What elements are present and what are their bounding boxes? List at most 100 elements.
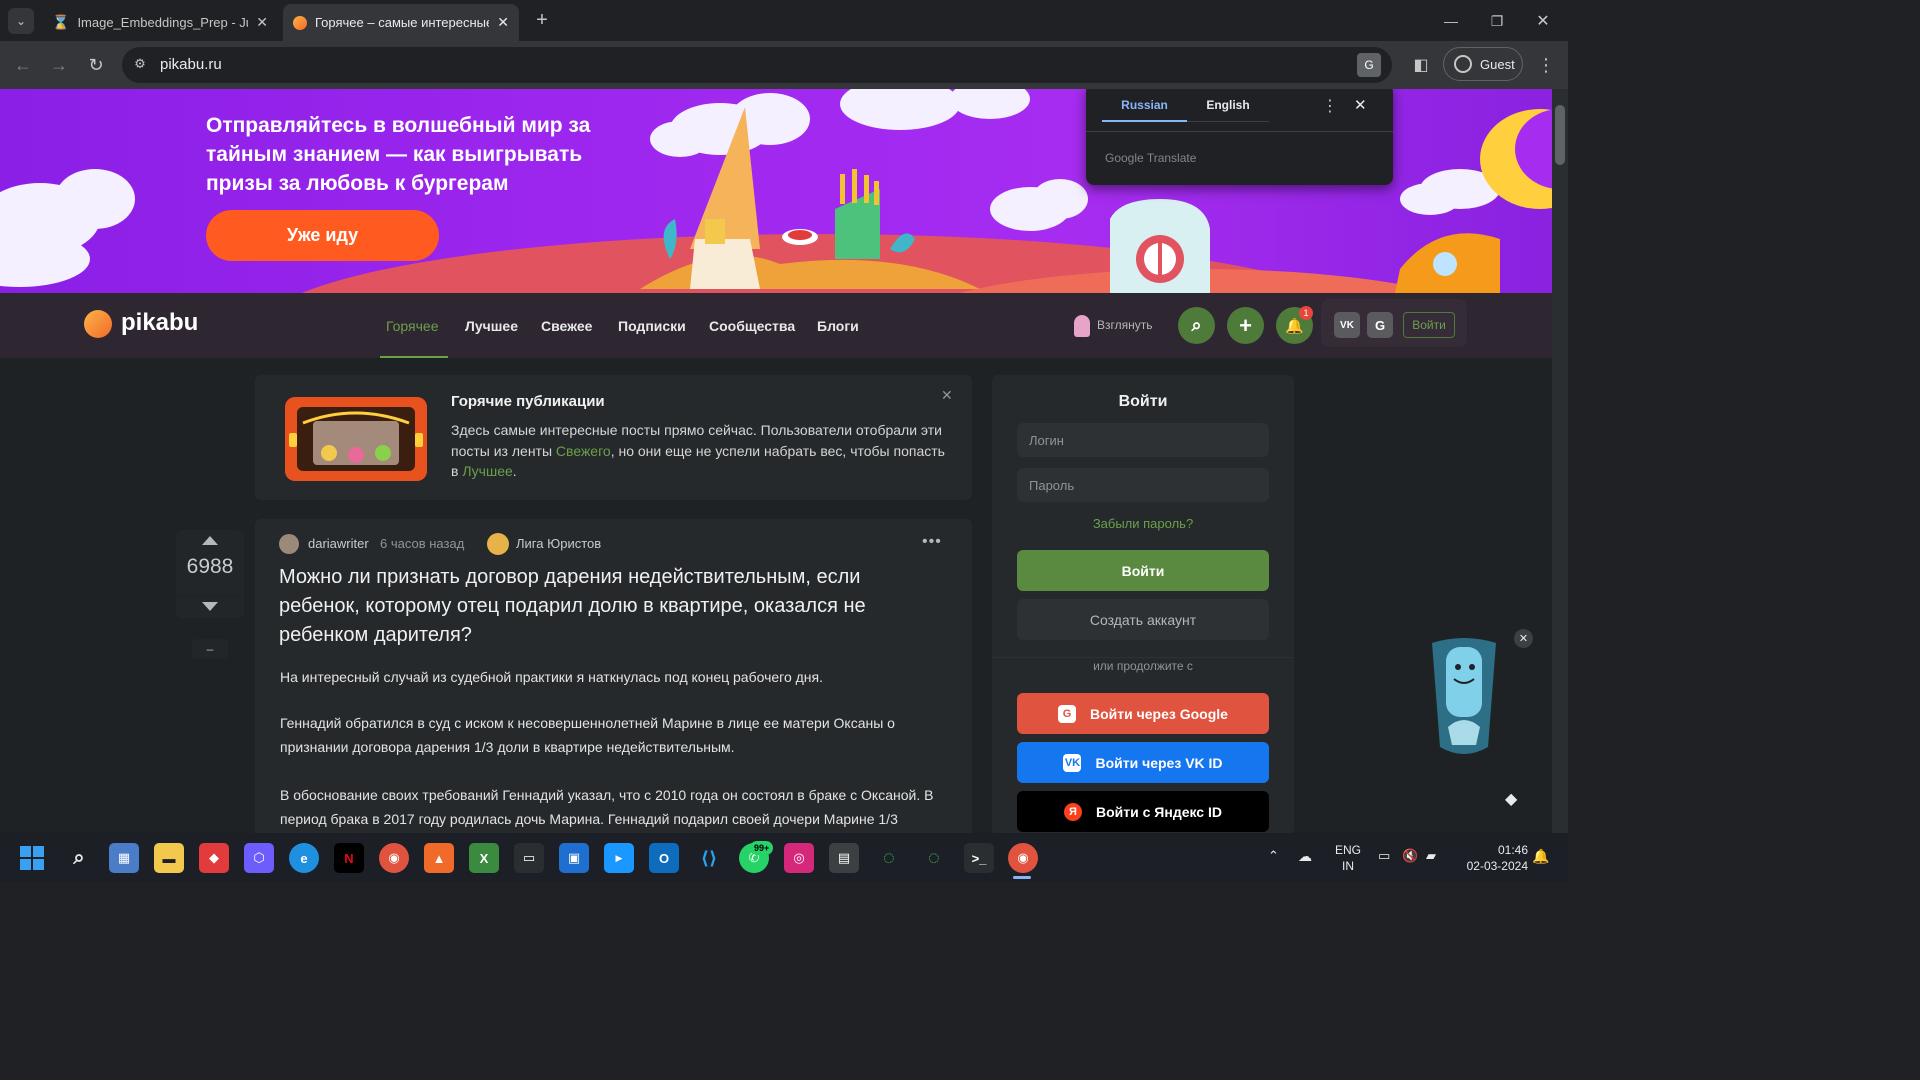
close-info-icon[interactable]: ✕ — [941, 387, 953, 404]
search-icon[interactable]: ⌕ — [64, 843, 94, 873]
brave-icon[interactable]: ▲ — [424, 843, 454, 873]
prime-video-icon[interactable]: ▶ — [604, 843, 634, 873]
edge-icon[interactable]: e — [289, 843, 319, 873]
active-app-indicator — [1013, 876, 1031, 879]
menu-kebab-icon[interactable]: ⋮ — [1534, 52, 1558, 78]
windows-start-icon[interactable] — [20, 846, 44, 870]
search-icon[interactable]: ⌕ — [1178, 307, 1215, 344]
nav-subscriptions[interactable]: Подписки — [618, 293, 686, 358]
google-login-label: Войти через Google — [1090, 705, 1228, 722]
peek-figure-icon — [1074, 315, 1090, 337]
nav-active-underline — [380, 356, 448, 358]
translate-options-icon[interactable]: ⋮ — [1322, 96, 1338, 116]
restore-icon[interactable]: ❐ — [1484, 8, 1510, 34]
close-window-icon[interactable]: ✕ — [1530, 8, 1556, 34]
clock[interactable]: 01:46 02-03-2024 — [1452, 842, 1528, 874]
refresh-app-icon[interactable]: ◌ — [874, 843, 904, 873]
nav-communities[interactable]: Сообщества — [709, 293, 795, 358]
header-login-button[interactable]: Войти — [1403, 312, 1455, 338]
file-explorer-icon[interactable]: ▬ — [154, 843, 184, 873]
terminal-app-icon[interactable]: ▭ — [514, 843, 544, 873]
tray-chevron-up-icon[interactable]: ⌃ — [1268, 848, 1279, 864]
profile-button[interactable]: Guest — [1443, 47, 1523, 81]
yandex-login-button[interactable]: Я Войти с Яндекс ID — [1017, 791, 1269, 832]
post-author[interactable]: dariawriter — [308, 536, 369, 551]
app-icon[interactable]: ⬡ — [244, 843, 274, 873]
translate-tab-russian[interactable]: Russian — [1102, 94, 1187, 122]
forward-arrow-icon[interactable]: → — [46, 52, 72, 78]
onedrive-cloud-icon[interactable]: ☁ — [1298, 848, 1312, 865]
vk-icon[interactable]: VK — [1334, 312, 1360, 338]
back-arrow-icon[interactable]: ← — [10, 52, 36, 78]
upvote-arrow-icon[interactable] — [202, 536, 218, 545]
page-scrollbar[interactable] — [1552, 89, 1568, 833]
post-community[interactable]: Лига Юристов — [516, 536, 601, 551]
language-indicator[interactable]: ENG IN — [1332, 842, 1364, 874]
peek-link[interactable]: Взглянуть — [1097, 318, 1153, 332]
add-post-plus-icon[interactable]: + — [1227, 307, 1264, 344]
nav-fresh[interactable]: Свежее — [541, 293, 592, 358]
google-icon[interactable]: G — [1367, 312, 1393, 338]
close-mascot-icon[interactable]: ✕ — [1514, 629, 1533, 648]
vk-login-button[interactable]: VK Войти через VK ID — [1017, 742, 1269, 783]
translate-close-icon[interactable]: ✕ — [1354, 96, 1367, 114]
site-info-icon[interactable]: ⚙ — [130, 54, 150, 74]
close-tab-icon[interactable]: ✕ — [256, 14, 268, 31]
post-more-icon[interactable]: ••• — [922, 533, 942, 551]
create-account-button[interactable]: Создать аккаунт — [1017, 599, 1269, 640]
nav-hot[interactable]: Горячее — [386, 293, 439, 358]
translate-tab-english[interactable]: English — [1187, 94, 1269, 122]
divider — [1086, 131, 1393, 132]
instagram-icon[interactable]: ◎ — [784, 843, 814, 873]
downvote-arrow-icon[interactable] — [202, 602, 218, 611]
new-tab-plus-icon[interactable]: + — [530, 8, 554, 32]
netflix-icon[interactable]: N — [334, 843, 364, 873]
language-code: ENG — [1334, 843, 1361, 857]
tab-jupyter[interactable]: ⌛ Image_Embeddings_Prep - Jupy ✕ — [42, 4, 278, 41]
notification-bell-icon[interactable]: 🔔 — [1532, 848, 1549, 865]
scrollbar-thumb[interactable] — [1555, 105, 1565, 165]
powershell-icon[interactable]: >_ — [964, 843, 994, 873]
close-tab-icon[interactable]: ✕ — [497, 14, 509, 31]
google-login-button[interactable]: G Войти через Google — [1017, 693, 1269, 734]
store-icon[interactable]: ▦ — [109, 843, 139, 873]
battery-icon[interactable]: ▰ — [1426, 848, 1436, 864]
side-panel-icon[interactable]: ◧ — [1408, 52, 1434, 78]
minimize-icon[interactable]: — — [1438, 8, 1464, 34]
nav-best[interactable]: Лучшее — [465, 293, 518, 358]
window-manager-icon[interactable]: ▤ — [829, 843, 859, 873]
banner-cta-button[interactable]: Уже иду — [206, 210, 439, 261]
mascot-illustration[interactable] — [1428, 637, 1500, 761]
login-field[interactable]: Логин — [1017, 423, 1269, 457]
best-link[interactable]: Лучшее — [462, 463, 512, 479]
tab-search-button[interactable]: ⌄ — [8, 8, 34, 34]
excel-icon[interactable]: X — [469, 843, 499, 873]
community-avatar[interactable] — [487, 533, 509, 555]
pikabu-logo-icon[interactable] — [84, 310, 112, 338]
post-title[interactable]: Можно ли признать договор дарения недейс… — [279, 563, 919, 650]
outlook-icon[interactable]: O — [649, 843, 679, 873]
paint-bucket-icon[interactable]: ◆ — [1505, 789, 1517, 809]
password-field[interactable]: Пароль — [1017, 468, 1269, 502]
nav-blogs[interactable]: Блоги — [817, 293, 859, 358]
vscode-icon[interactable]: ⟨⟩ — [694, 843, 724, 873]
url-text[interactable]: pikabu.ru — [160, 56, 222, 73]
fresh-link[interactable]: Свежего — [556, 443, 611, 459]
address-bar[interactable] — [122, 47, 1392, 83]
anydesk-icon[interactable]: ◆ — [199, 843, 229, 873]
login-submit-button[interactable]: Войти — [1017, 550, 1269, 591]
chrome-icon[interactable]: ◉ — [379, 843, 409, 873]
tab-pikabu[interactable]: Горячее – самые интересные ✕ — [283, 4, 519, 41]
chrome-icon[interactable]: ◉ — [1008, 843, 1038, 873]
volume-muted-icon[interactable]: 🔇 — [1402, 848, 1418, 864]
site-logo-text[interactable]: pikabu — [121, 309, 198, 337]
avatar[interactable] — [279, 534, 299, 554]
forgot-password-link[interactable]: Забыли пароль? — [1017, 516, 1269, 531]
reload-icon[interactable]: ↻ — [83, 52, 109, 78]
network-icon[interactable]: ▭ — [1378, 848, 1390, 864]
refresh-app-icon[interactable]: ◌ — [919, 843, 949, 873]
translate-icon[interactable]: G — [1357, 53, 1381, 77]
app-window-icon[interactable]: ▣ — [559, 843, 589, 873]
yandex-icon: Я — [1064, 802, 1082, 821]
minimize-post-button[interactable]: – — [192, 639, 228, 659]
